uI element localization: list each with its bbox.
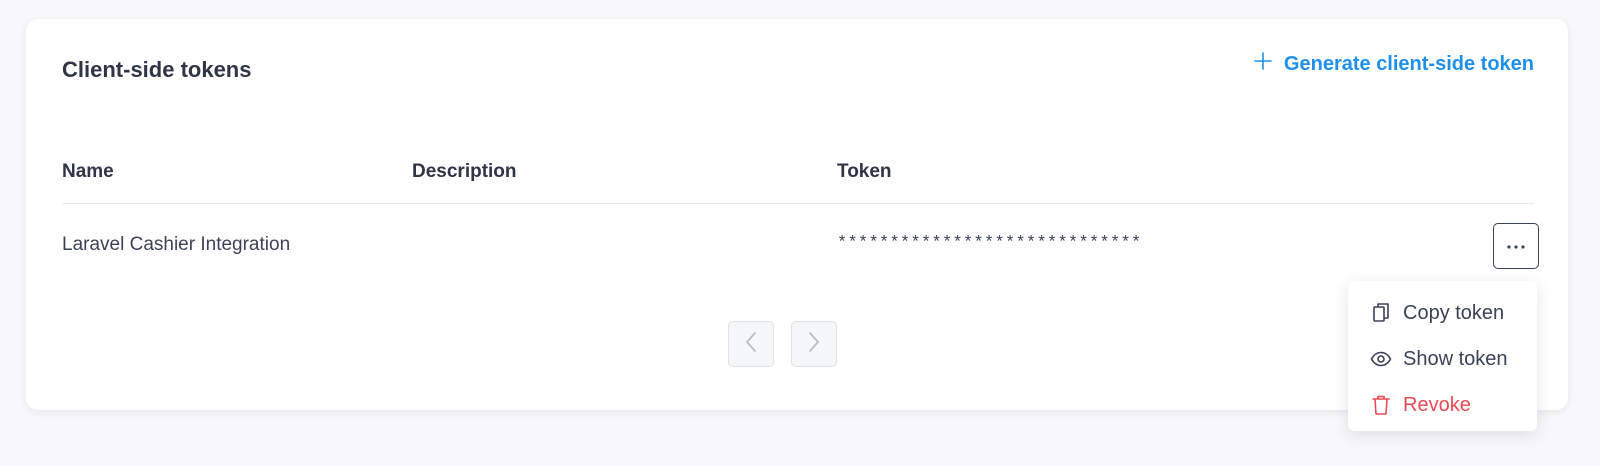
column-header-token: Token: [837, 161, 892, 182]
trash-icon: [1370, 394, 1392, 416]
row-actions-menu: Copy token Show token Revoke: [1348, 281, 1537, 431]
token-value: *****************************: [837, 234, 1142, 253]
column-header-description: Description: [412, 161, 517, 182]
menu-item-label: Copy token: [1403, 301, 1505, 324]
table-row: Laravel Cashier Integration ************…: [62, 204, 1539, 284]
menu-item-copy-token[interactable]: Copy token: [1348, 290, 1537, 336]
card-title: Client-side tokens: [62, 57, 252, 82]
menu-item-show-token[interactable]: Show token: [1348, 336, 1537, 382]
client-tokens-card: Client-side tokens Generate client-side …: [26, 19, 1568, 410]
previous-page-button[interactable]: [728, 321, 774, 367]
menu-item-revoke[interactable]: Revoke: [1348, 382, 1537, 428]
copy-icon: [1370, 302, 1392, 324]
menu-item-label: Revoke: [1403, 393, 1471, 416]
chevron-right-icon: [807, 331, 821, 358]
row-actions-button[interactable]: [1493, 223, 1539, 269]
more-horizontal-icon: [1506, 237, 1526, 255]
column-header-name: Name: [62, 161, 114, 182]
token-name: Laravel Cashier Integration: [62, 234, 291, 255]
pagination: [728, 321, 837, 367]
plus-icon: [1253, 51, 1273, 77]
menu-item-label: Show token: [1403, 347, 1508, 370]
generate-token-label: Generate client-side token: [1283, 52, 1534, 75]
generate-token-button[interactable]: Generate client-side token: [1253, 51, 1534, 77]
next-page-button[interactable]: [791, 321, 837, 367]
eye-icon: [1370, 348, 1392, 370]
chevron-left-icon: [744, 331, 758, 358]
table-header: Name Description Token: [62, 159, 1534, 204]
